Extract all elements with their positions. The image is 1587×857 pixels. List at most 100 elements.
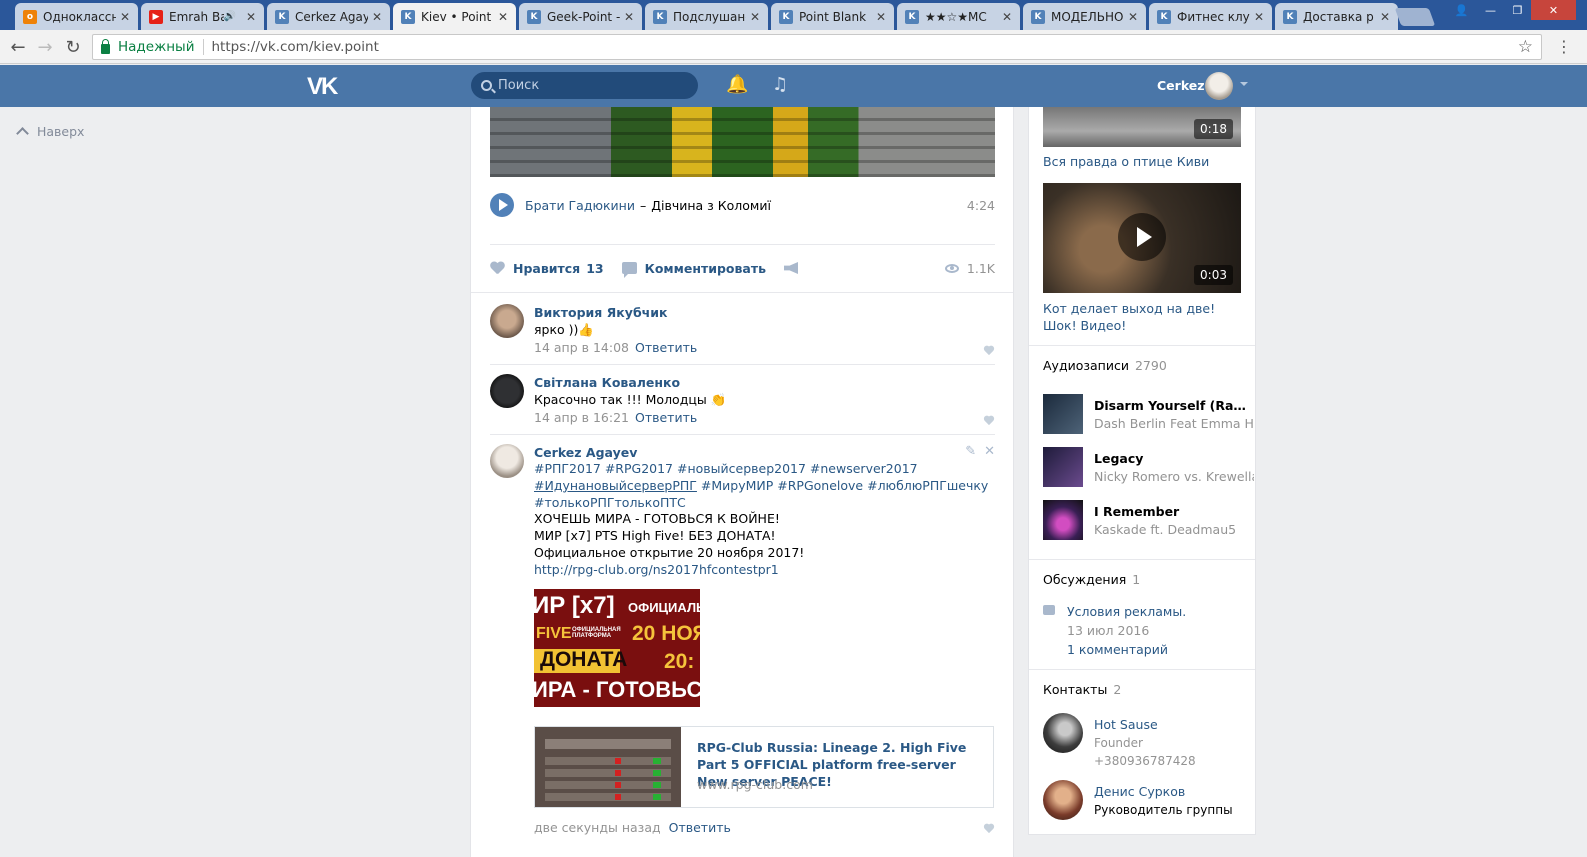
discussion-item[interactable]: Условия рекламы. 13 июл 2016 1 комментар… bbox=[1043, 602, 1243, 659]
tab-fitness[interactable]: K Фитнес клуб ✕ bbox=[1149, 3, 1272, 30]
tab-close-icon[interactable]: ✕ bbox=[750, 10, 762, 24]
new-tab-button[interactable] bbox=[1394, 8, 1436, 26]
minimize-icon[interactable]: — bbox=[1477, 0, 1504, 20]
tab-podslushano[interactable]: K Подслушано ✕ bbox=[645, 3, 768, 30]
video-title[interactable]: Кот делает выход на две! Шок! Видео! bbox=[1043, 300, 1241, 334]
tab-kiev-point[interactable]: K Kiev • Point ✕ bbox=[393, 3, 516, 30]
tab-close-icon[interactable]: ✕ bbox=[1254, 10, 1266, 24]
bookmark-star-icon[interactable]: ☆ bbox=[1518, 37, 1533, 57]
snippet-url[interactable]: www.rpg-club.com bbox=[697, 777, 813, 792]
reply-link[interactable]: Ответить bbox=[635, 410, 697, 425]
tab-youtube[interactable]: ▶ Emrah Ba 🔊 ✕ bbox=[141, 3, 264, 30]
reload-icon[interactable]: ↻ bbox=[62, 36, 84, 58]
heart-icon[interactable] bbox=[983, 416, 995, 426]
audio-attachment[interactable]: Брати Гадюкини – Дівчина з Коломиї 4:24 bbox=[490, 193, 995, 217]
hashtag-link[interactable]: #ИдунановыйсерверРПГ bbox=[534, 478, 697, 493]
contact-phone: +380936787428 bbox=[1094, 754, 1196, 768]
post-image[interactable] bbox=[490, 107, 995, 177]
video-thumbnail[interactable]: 0:18 bbox=[1043, 107, 1241, 147]
audio-artist[interactable]: Брати Гадюкини bbox=[525, 198, 635, 213]
music-icon[interactable]: ♫ bbox=[772, 74, 788, 95]
hashtag-line[interactable]: #РПГ2017 #RPG2017 #новыйсервер2017 #news… bbox=[534, 461, 994, 478]
tab-point-blank[interactable]: K Point Blank ✕ bbox=[771, 3, 894, 30]
header-username[interactable]: Cerkez bbox=[1157, 78, 1205, 93]
browser-menu-icon[interactable]: ⋮ bbox=[1556, 37, 1572, 56]
video-thumbnail[interactable]: 0:03 bbox=[1043, 183, 1241, 293]
comment-date[interactable]: 14 апр в 16:21 bbox=[534, 410, 629, 425]
heart-icon[interactable] bbox=[983, 824, 995, 834]
hashtag-line[interactable]: #МируМИР #RPGonelove #люблюРПГшечку bbox=[697, 478, 988, 493]
heart-icon[interactable] bbox=[983, 346, 995, 356]
search-input[interactable] bbox=[498, 78, 678, 93]
tab-cerkez[interactable]: K Cerkez Agay ✕ bbox=[267, 3, 390, 30]
tab-stars[interactable]: K ★★☆★МС ✕ bbox=[897, 3, 1020, 30]
tab-close-icon[interactable]: ✕ bbox=[1002, 10, 1014, 24]
tab-close-icon[interactable]: ✕ bbox=[372, 10, 384, 24]
bell-icon[interactable]: 🔔 bbox=[726, 74, 748, 95]
audio-duration: 4:24 bbox=[966, 197, 995, 213]
profile-icon[interactable]: 👤 bbox=[1448, 0, 1475, 20]
avatar[interactable] bbox=[1043, 780, 1083, 820]
tab-close-icon[interactable]: ✕ bbox=[1380, 10, 1392, 24]
discussion-title[interactable]: Условия рекламы. bbox=[1067, 602, 1243, 621]
video-title[interactable]: Вся правда о птице Киви bbox=[1043, 153, 1241, 170]
tab-close-icon[interactable]: ✕ bbox=[624, 10, 636, 24]
reply-link[interactable]: Ответить bbox=[635, 340, 697, 355]
tab-odnoklassniki[interactable]: o Одноклассники ✕ bbox=[15, 3, 138, 30]
play-icon[interactable] bbox=[1118, 213, 1166, 261]
promo-image[interactable]: ИР [x7] ОФИЦИАЛЬ FIVE ОФИЦИАЛЬНАЯ ПЛАТФО… bbox=[534, 589, 700, 707]
external-link[interactable]: http://rpg-club.org/ns2017hfcontestpr1 bbox=[534, 562, 994, 579]
tab-close-icon[interactable]: ✕ bbox=[498, 10, 510, 24]
contact-name[interactable]: Денис Сурков bbox=[1094, 783, 1254, 801]
tab-close-icon[interactable]: ✕ bbox=[876, 10, 888, 24]
avatar[interactable] bbox=[490, 444, 524, 478]
play-icon[interactable] bbox=[490, 193, 514, 217]
audio-section-header[interactable]: Аудиозаписи 2790 bbox=[1043, 358, 1167, 373]
tab-close-icon[interactable]: ✕ bbox=[246, 10, 258, 24]
vk-icon: K bbox=[653, 9, 667, 24]
like-button[interactable]: Нравится 13 bbox=[490, 261, 604, 276]
avatar[interactable] bbox=[1043, 713, 1083, 753]
link-snippet[interactable]: RPG-Club Russia: Lineage 2. High Five Pa… bbox=[534, 726, 994, 808]
audio-track[interactable]: Legacy Nicky Romero vs. Krewella bbox=[1043, 447, 1254, 487]
post-actions: Нравится 13 Комментировать 1.1K bbox=[490, 257, 995, 279]
reply-link[interactable]: Ответить bbox=[669, 820, 731, 835]
comment-text: ярко ))👍 bbox=[534, 322, 594, 337]
vk-logo[interactable]: VK bbox=[307, 73, 338, 101]
avatar[interactable] bbox=[490, 304, 524, 338]
youtube-icon: ▶ bbox=[149, 9, 163, 24]
discussion-comments[interactable]: 1 комментарий bbox=[1067, 640, 1243, 659]
maximize-icon[interactable]: ❐ bbox=[1504, 0, 1531, 20]
scroll-to-top-label: Наверх bbox=[37, 124, 85, 139]
tab-modelno[interactable]: K МОДЕЛЬНО ✕ bbox=[1023, 3, 1146, 30]
window-close-icon[interactable]: ✕ bbox=[1531, 0, 1576, 20]
promo-text: ДОНАТА bbox=[534, 649, 627, 673]
comment-button[interactable]: Комментировать bbox=[621, 261, 766, 278]
forward-arrow-icon[interactable]: → bbox=[34, 36, 56, 58]
search-box[interactable] bbox=[471, 72, 698, 99]
comment-author[interactable]: Cerkez Agayev bbox=[534, 444, 994, 461]
chevron-down-icon[interactable] bbox=[1240, 82, 1248, 86]
comment-author[interactable]: Виктория Якубчик bbox=[534, 304, 994, 321]
comment-date[interactable]: две секунды назад bbox=[534, 820, 661, 835]
tab-close-icon[interactable]: ✕ bbox=[1128, 10, 1140, 24]
scroll-to-top-link[interactable]: Наверх bbox=[16, 124, 85, 140]
hashtag-line[interactable]: #толькоРПГтолькоПТС bbox=[534, 495, 994, 512]
audio-track[interactable]: Disarm Yourself (Radio E... Dash Berlin … bbox=[1043, 394, 1254, 434]
track-artist: Dash Berlin Feat Emma Hew bbox=[1094, 416, 1254, 431]
url-field[interactable]: Надежный https://vk.com/kiev.point ☆ bbox=[92, 34, 1542, 60]
comment-author[interactable]: Світлана Коваленко bbox=[534, 374, 994, 391]
discussions-section-header[interactable]: Обсуждения 1 bbox=[1043, 572, 1140, 587]
back-arrow-icon[interactable]: ← bbox=[7, 36, 29, 58]
avatar[interactable] bbox=[1205, 72, 1233, 100]
contacts-section-header[interactable]: Контакты 2 bbox=[1043, 682, 1121, 697]
tab-dostavka[interactable]: K Доставка р ✕ bbox=[1275, 3, 1398, 30]
contact-name[interactable]: Hot Sause bbox=[1094, 716, 1254, 734]
views-counter: 1.1K bbox=[944, 261, 995, 276]
audio-track[interactable]: I Remember Kaskade ft. Deadmau5 bbox=[1043, 500, 1253, 540]
comment-date[interactable]: 14 апр в 14:08 bbox=[534, 340, 629, 355]
tab-geek-point[interactable]: K Geek-Point - ✕ bbox=[519, 3, 642, 30]
share-button[interactable] bbox=[784, 262, 798, 274]
tab-close-icon[interactable]: ✕ bbox=[120, 10, 132, 24]
avatar[interactable] bbox=[490, 374, 524, 408]
